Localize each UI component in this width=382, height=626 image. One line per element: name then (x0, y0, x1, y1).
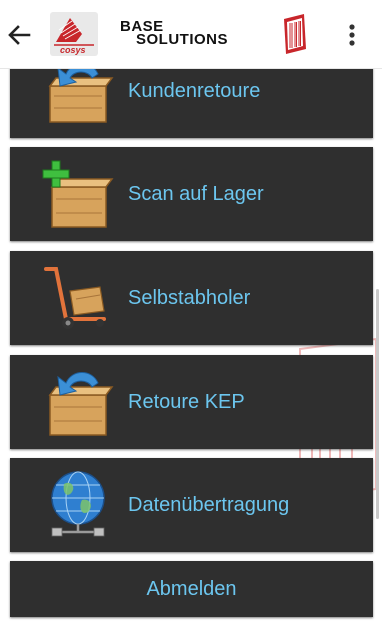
cosys-logo: cosys (50, 12, 98, 56)
menu-item-label: Kundenretoure (128, 80, 261, 102)
logout-button[interactable]: Abmelden (10, 561, 373, 617)
app-bar: cosys BASE SOLUTIONS (0, 0, 382, 69)
menu-item-selbstabholer[interactable]: Selbstabholer (10, 251, 373, 345)
box-return-icon (48, 69, 114, 123)
menu-item-scan-auf-lager[interactable]: Scan auf Lager (10, 147, 373, 241)
menu-item-label: Scan auf Lager (128, 183, 264, 205)
menu-item-label: Selbstabholer (128, 287, 251, 309)
barcode-icon[interactable] (282, 13, 308, 55)
menu-item-label: Retoure KEP (128, 391, 245, 413)
globe-network-icon (51, 471, 105, 537)
box-add-icon (42, 160, 114, 228)
menu-item-retoure-kep[interactable]: Retoure KEP (10, 355, 373, 449)
menu-item-datenuebertragung[interactable]: Datenübertragung (10, 458, 373, 552)
menu-item-label: Datenübertragung (128, 494, 290, 516)
hand-truck-icon (44, 267, 106, 329)
more-vert-icon[interactable] (344, 20, 360, 50)
brand-wordmark: BASE SOLUTIONS (118, 19, 228, 47)
scrollbar[interactable] (376, 289, 379, 519)
arrow-back-icon[interactable] (4, 20, 34, 50)
cosys-logo-text: cosys (60, 45, 86, 55)
box-return-icon (48, 372, 114, 436)
menu-list[interactable]: Kundenretoure Scan auf Lager Selbstabhol… (0, 69, 382, 626)
menu-item-kundenretoure[interactable]: Kundenretoure (10, 69, 373, 138)
